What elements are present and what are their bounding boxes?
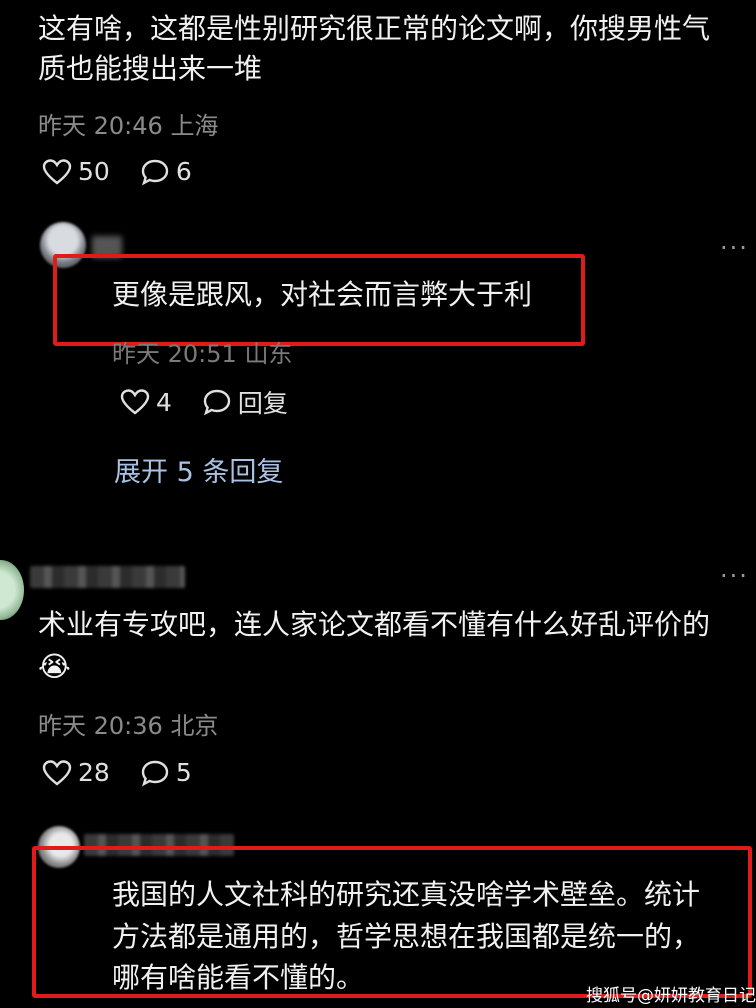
reply-button[interactable]: 5 xyxy=(140,758,192,787)
highlight-box xyxy=(32,846,752,998)
like-button[interactable]: 28 xyxy=(42,758,110,787)
comment-1-actions: 50 6 xyxy=(42,157,222,186)
comment-location: 山东 xyxy=(244,340,293,368)
reply-label: 回复 xyxy=(237,389,288,418)
reply-count: 5 xyxy=(175,758,192,787)
like-count: 50 xyxy=(78,157,110,186)
reply-button[interactable]: 回复 xyxy=(202,384,288,420)
watermark: 搜狐号@妍妍教育日记 xyxy=(586,986,756,1006)
like-button[interactable]: 50 xyxy=(42,157,110,186)
comment-bubble-icon xyxy=(141,760,169,786)
crying-emoji: 😭 xyxy=(38,650,71,683)
comment-time: 昨天 20:51 xyxy=(112,340,237,368)
comment-bubble-icon xyxy=(141,159,169,185)
reply-count: 6 xyxy=(175,157,192,186)
comment-2-meta: 昨天 20:51 山东 xyxy=(112,334,292,369)
heart-icon xyxy=(42,158,72,185)
more-dots-icon[interactable]: ··· xyxy=(720,562,749,590)
highlight-box xyxy=(53,254,585,346)
reply-button[interactable]: 6 xyxy=(140,157,192,186)
heart-icon xyxy=(42,759,72,786)
expand-replies-link[interactable]: 展开 5 条回复 xyxy=(114,450,283,489)
comment-3-meta: 昨天 20:36 北京 xyxy=(38,706,218,741)
comment-time: 昨天 20:36 xyxy=(38,712,163,740)
like-count: 4 xyxy=(156,387,172,417)
comment-bubble-icon xyxy=(203,389,231,416)
comment-time: 昨天 20:46 xyxy=(38,112,163,140)
more-dots-icon[interactable]: ··· xyxy=(720,234,749,262)
comment-3-text-line-1: 术业有专攻吧，连人家论文都看不懂有什么好乱评价的 xyxy=(38,608,711,641)
comment-2-actions: 4 回复 xyxy=(120,384,318,420)
avatar[interactable] xyxy=(0,560,24,620)
comment-1-text-line-2: 质也能搜出来一堆 xyxy=(38,52,263,85)
heart-icon xyxy=(120,389,150,415)
comment-1-meta: 昨天 20:46 上海 xyxy=(38,106,218,141)
username-blurred[interactable] xyxy=(30,566,185,588)
like-count: 28 xyxy=(78,758,110,787)
comment-location: 上海 xyxy=(170,112,219,140)
comment-location: 北京 xyxy=(170,712,219,740)
comment-3-actions: 28 5 xyxy=(42,758,222,787)
like-button[interactable]: 4 xyxy=(120,388,172,417)
